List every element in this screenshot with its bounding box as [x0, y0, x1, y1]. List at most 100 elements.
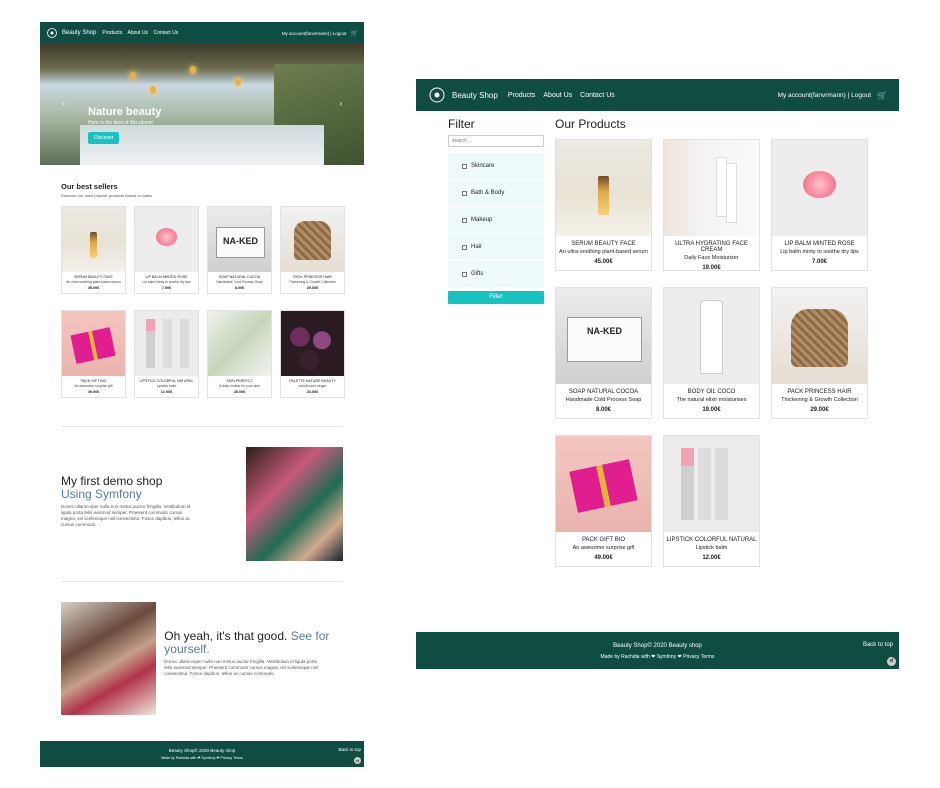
product-card[interactable]: PACK PRINCESS HAIR Thickening & Growth Co…	[771, 287, 868, 419]
product-card[interactable]: LIP BALM MINTED ROSE Lip balm minty to so…	[771, 139, 868, 271]
product-desc: An awesome surprise gift	[74, 384, 113, 388]
lantern-icon	[235, 78, 241, 86]
product-name[interactable]: LIP BALM MINTED ROSE	[135, 275, 198, 279]
footer-copyright: Beauty Shop© 2020 Beauty shop	[613, 643, 702, 649]
category-item[interactable]: Makeup	[448, 207, 544, 233]
product-card[interactable]: PACK GIFT BIO An awesome surprise gift 49.…	[555, 435, 652, 567]
nav-link-products[interactable]: Products	[508, 92, 536, 99]
product-price: 7.00€	[161, 286, 172, 290]
nav-link-about[interactable]: About Us	[543, 92, 572, 99]
product-card[interactable]: SERUM BEAUTY FACE An ultra-soothing plant…	[61, 206, 126, 294]
product-name[interactable]: ULTRA HYDRATING FACE CREAM	[664, 241, 759, 253]
back-to-top-link[interactable]: Back to top	[863, 642, 893, 648]
category-item[interactable]: Skincare	[448, 153, 544, 179]
product-name[interactable]: BODY OIL COCO	[664, 389, 759, 395]
product-name[interactable]: LIP BALM MINTED ROSE	[772, 241, 867, 247]
cart-icon[interactable]: 🛒	[877, 91, 887, 100]
best-sellers-grid: SERUM BEAUTY FACE An ultra-soothing plant…	[61, 206, 345, 398]
good-photo	[61, 602, 157, 715]
product-image[interactable]	[772, 288, 867, 384]
carousel-next-icon[interactable]: ›	[339, 99, 342, 108]
logo-icon[interactable]	[428, 86, 446, 104]
product-name[interactable]: SERUM BEAUTY FACE	[556, 241, 651, 247]
symfony-badge-icon[interactable]: sf	[887, 657, 896, 666]
account-link[interactable]: My account(fanvrmann) | Logout	[282, 31, 347, 36]
brand-name[interactable]: Beauty Shop	[62, 30, 96, 36]
product-image[interactable]	[62, 311, 125, 376]
product-image[interactable]	[208, 311, 271, 376]
product-card[interactable]: LIP BALM MINTED ROSE Lip balm minty to so…	[134, 206, 199, 294]
product-image[interactable]	[281, 311, 344, 376]
product-image[interactable]	[556, 288, 651, 384]
symfony-badge-icon[interactable]: sf	[354, 757, 361, 764]
product-image[interactable]	[135, 207, 198, 272]
product-image[interactable]	[556, 436, 651, 532]
discover-button[interactable]: Discover	[88, 132, 120, 144]
product-card[interactable]: ULTRA HYDRATING FACE CREAM Daily Face Moi…	[663, 139, 760, 271]
demo-photo	[246, 447, 343, 561]
footer-made-by: Made by Rachida with ❤ Symfony ❤ Privacy…	[161, 756, 243, 760]
product-card[interactable]: LIPSTICK COLORFUL NATURAL Lipstick balm 12…	[134, 310, 199, 398]
best-sellers-title: Our best sellers	[61, 182, 118, 191]
navbar: Beauty Shop Products About Us Contact Us…	[416, 79, 899, 111]
logo-icon[interactable]	[46, 27, 58, 39]
category-item[interactable]: Bath & Body	[448, 180, 544, 206]
nav-link-products[interactable]: Products	[102, 30, 122, 36]
category-label: Hair	[471, 244, 483, 250]
product-name[interactable]: LIPSTICK COLORFUL NATURAL	[664, 537, 759, 543]
product-image[interactable]	[135, 311, 198, 376]
category-item[interactable]: Hair	[448, 234, 544, 260]
product-card[interactable]: SOAP NATURAL COCOAHandmade Cold Process …	[555, 287, 652, 419]
navbar: Beauty Shop Products About Us Contact Us…	[40, 22, 364, 44]
product-image[interactable]	[281, 207, 344, 272]
nav-link-contact[interactable]: Contact Us	[580, 92, 615, 99]
product-price: 23.00€	[306, 390, 319, 394]
back-to-top-link[interactable]: Back to top	[338, 747, 361, 752]
category-item[interactable]: Gifts	[448, 261, 544, 287]
product-image[interactable]	[208, 207, 271, 272]
product-name[interactable]: PALETTE NATURE BEAUTY	[281, 379, 344, 383]
checkbox-icon[interactable]	[462, 217, 467, 223]
demo-title-muted: Using Symfony	[61, 487, 142, 501]
product-name[interactable]: SKIN PERFECT	[208, 379, 271, 383]
product-card[interactable]: PACK PRINCESS HAIR Thickening & Growth Co…	[280, 206, 345, 294]
product-name[interactable]: PACK PRINCESS HAIR	[772, 389, 867, 395]
nav-link-contact[interactable]: Contact Us	[153, 30, 178, 36]
product-card[interactable]: SOAP NATURAL COCOAHandmade Cold Process …	[207, 206, 272, 294]
divider	[61, 581, 343, 582]
product-name[interactable]: SOAP NATURAL COCOA	[556, 389, 651, 395]
category-label: Makeup	[471, 217, 493, 223]
product-name[interactable]: PACK GIFT BIO	[62, 379, 125, 383]
checkbox-icon[interactable]	[462, 271, 467, 277]
product-image[interactable]	[664, 288, 759, 384]
product-image[interactable]	[62, 207, 125, 272]
product-name[interactable]: PACK GIFT BIO	[556, 537, 651, 543]
product-image[interactable]	[664, 436, 759, 532]
checkbox-icon[interactable]	[462, 190, 467, 196]
product-card[interactable]: LIPSTICK COLORFUL NATURAL Lipstick balm 12…	[663, 435, 760, 567]
product-name[interactable]: PACK PRINCESS HAIR	[281, 275, 344, 279]
brand-name[interactable]: Beauty Shop	[452, 91, 498, 100]
product-image[interactable]	[772, 140, 867, 236]
product-image[interactable]	[664, 140, 759, 236]
footer-copyright: Beauty Shop© 2020 Beauty shop	[168, 748, 236, 753]
carousel-prev-icon[interactable]: ‹	[62, 99, 65, 108]
filter-button[interactable]: Filter	[448, 291, 544, 304]
product-card[interactable]: SKIN PERFECT A daily routine for your ski…	[207, 310, 272, 398]
product-image[interactable]	[556, 140, 651, 236]
product-price: 45.00€	[87, 286, 100, 290]
product-card[interactable]: PACK GIFT BIO An awesome surprise gift 49.…	[61, 310, 126, 398]
product-card[interactable]: PALETTE NATURE BEAUTY colorful and vegan 2…	[280, 310, 345, 398]
product-name[interactable]: SOAP NATURAL COCOA	[208, 275, 271, 279]
search-input[interactable]: search ...	[448, 135, 544, 147]
product-price: 29.00€	[306, 286, 319, 290]
product-card[interactable]: SERUM BEAUTY FACE An ultra-soothing plant…	[555, 139, 652, 271]
nav-link-about[interactable]: About Us	[127, 30, 148, 36]
account-link[interactable]: My account(fanvrmann) | Logout	[778, 92, 871, 99]
cart-icon[interactable]: 🛒	[351, 30, 358, 37]
product-name[interactable]: SERUM BEAUTY FACE	[62, 275, 125, 279]
product-card[interactable]: BODY OIL COCO The natural elixir moisturi…	[663, 287, 760, 419]
checkbox-icon[interactable]	[462, 244, 467, 250]
checkbox-icon[interactable]	[462, 163, 467, 169]
product-name[interactable]: LIPSTICK COLORFUL NATURAL	[135, 379, 198, 383]
